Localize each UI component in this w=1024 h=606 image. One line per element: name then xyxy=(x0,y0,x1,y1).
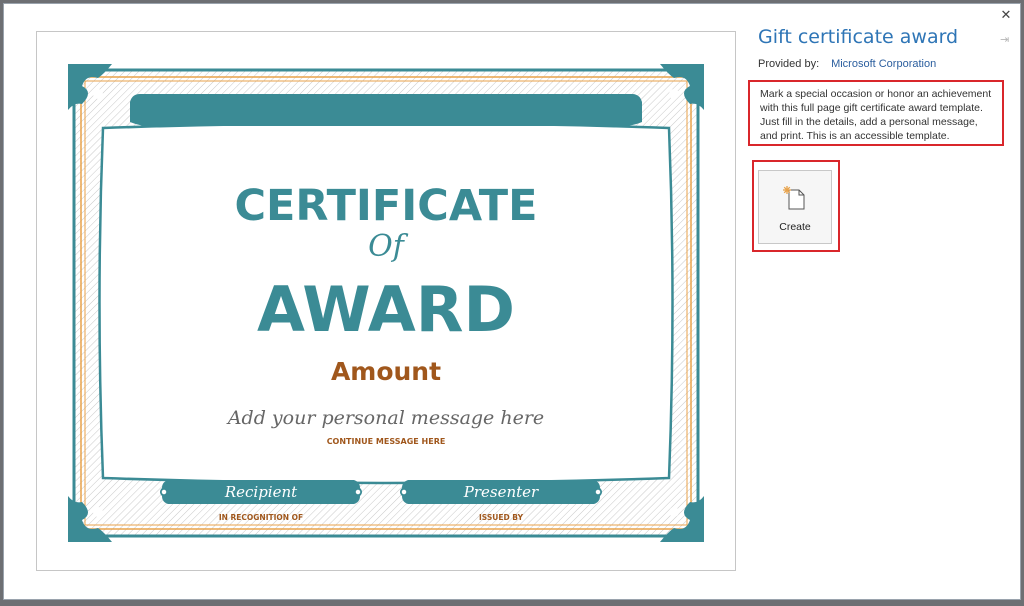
create-label: Create xyxy=(779,221,811,233)
amount-text: Amount xyxy=(331,357,441,386)
provided-by: Provided by: Microsoft Corporation xyxy=(758,58,936,70)
personal-message-text: Add your personal message here xyxy=(226,407,544,429)
template-title: Gift certificate award xyxy=(758,26,959,48)
template-preview-frame: Date CERTIFICATE Of AWARD Amount Add you… xyxy=(36,31,736,571)
pin-icon[interactable]: ⇥ xyxy=(1000,34,1012,46)
certificate-preview: Date CERTIFICATE Of AWARD Amount Add you… xyxy=(68,64,704,542)
presenter-text: Presenter xyxy=(463,483,539,501)
date-text: Date xyxy=(365,125,407,144)
continue-message-text: CONTINUE MESSAGE HERE xyxy=(327,437,446,446)
new-document-icon xyxy=(783,186,805,210)
close-icon[interactable]: ✕ xyxy=(998,7,1014,23)
award-heading: AWARD xyxy=(257,273,515,346)
certificate-heading: CERTIFICATE xyxy=(234,181,537,231)
provided-by-label: Provided by: xyxy=(758,58,820,70)
template-preview-dialog: ✕ ⇥ Date CERTIFICATE Of AWARD Amount Add… xyxy=(3,3,1021,600)
create-button[interactable]: Create xyxy=(758,170,832,244)
date-banner xyxy=(130,94,642,127)
template-description: Mark a special occasion or honor an achi… xyxy=(748,80,1004,146)
presenter-caption: ISSUED BY xyxy=(479,513,524,522)
of-text: Of xyxy=(368,229,409,264)
recipient-text: Recipient xyxy=(224,483,298,501)
provided-by-value: Microsoft Corporation xyxy=(831,58,937,70)
recipient-caption: IN RECOGNITION OF xyxy=(219,513,303,522)
